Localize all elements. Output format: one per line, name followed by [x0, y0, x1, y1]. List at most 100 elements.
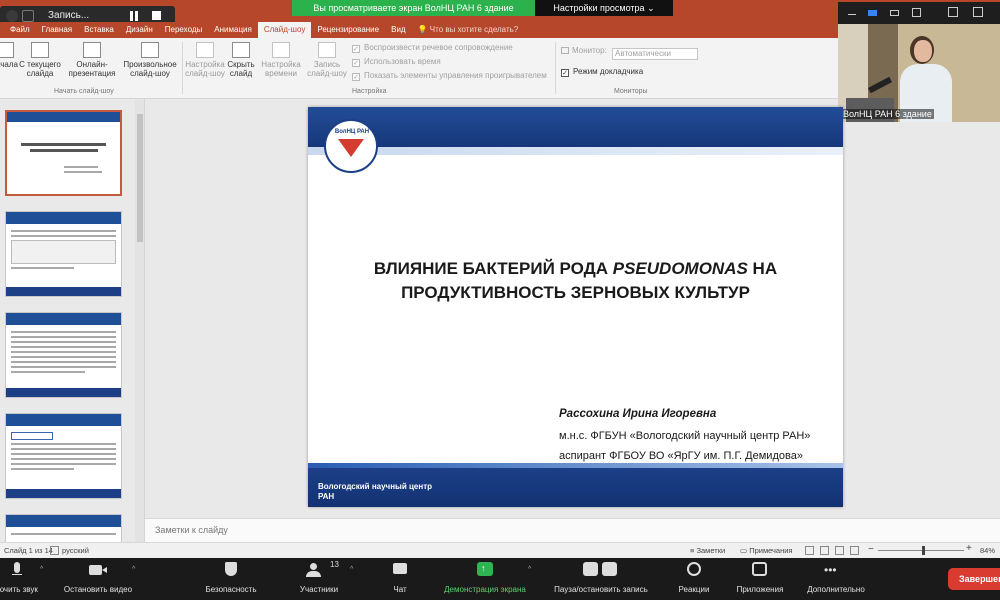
tab-home[interactable]: Главная	[36, 22, 78, 38]
chat-label: Чат	[393, 585, 407, 594]
chevron-up-icon[interactable]: ^	[132, 566, 135, 573]
normal-view-icon[interactable]	[805, 546, 814, 555]
slide-counter: Слайд 1 из 14	[4, 546, 53, 555]
maximize-icon[interactable]	[912, 8, 921, 17]
participants-button[interactable]: 13 Участники	[288, 560, 350, 594]
tab-slideshow[interactable]: Слайд-шоу	[257, 22, 312, 38]
record-slideshow-icon	[318, 42, 336, 58]
organization-name: Вологодский научный центр РАН	[318, 482, 433, 501]
zoom-out-icon[interactable]: −	[868, 544, 874, 555]
notes-toggle[interactable]: ≡ Заметки	[690, 546, 725, 555]
lightbulb-icon: 💡	[417, 25, 428, 34]
online-presentation-button[interactable]: Онлайн-презентация	[64, 42, 120, 78]
chevron-up-icon[interactable]: ^	[40, 566, 43, 573]
from-current-button[interactable]: С текущего слайда	[17, 42, 63, 78]
chat-icon	[380, 562, 420, 578]
zoom-level[interactable]: 84%	[980, 546, 995, 555]
minimize-icon[interactable]	[848, 14, 856, 15]
stopwatch-icon	[272, 42, 290, 58]
slideshow-view-icon[interactable]	[850, 546, 859, 555]
camera-icon	[55, 562, 141, 578]
thumb-footer	[6, 287, 121, 296]
hide-slide-label: Скрыть слайд	[227, 60, 255, 78]
show-media-controls-label: Показать элементы управления проигрывате…	[364, 71, 547, 80]
play-narrations-label: Воспроизвести речевое сопровождение	[364, 43, 513, 52]
view-icon[interactable]	[890, 10, 899, 16]
thumb-content	[6, 426, 121, 476]
spellcheck-icon[interactable]	[50, 546, 59, 555]
group-separator	[182, 42, 183, 94]
thumb-header	[7, 112, 120, 122]
slide-thumbnail[interactable]	[5, 514, 122, 544]
apps-icon	[728, 562, 792, 578]
use-timings-checkbox[interactable]: ✓ Использовать время	[352, 57, 441, 67]
end-meeting-button[interactable]: Завершени	[948, 568, 1000, 590]
title-part-1: ВЛИЯНИЕ БАКТЕРИЙ РОДА	[373, 259, 613, 278]
reading-view-icon[interactable]	[835, 546, 844, 555]
apps-label: Приложения	[736, 585, 784, 594]
language-indicator[interactable]: русский	[62, 546, 89, 555]
slide-thumbnail[interactable]	[5, 413, 122, 499]
view-options-label: Настройки просмотра	[553, 3, 645, 13]
layout-icon[interactable]	[868, 10, 877, 16]
pause-record-button[interactable]: Пауза/остановить запись	[544, 562, 658, 594]
hide-slide-button[interactable]: Скрыть слайд	[226, 42, 256, 78]
reactions-button[interactable]: Реакции	[670, 562, 718, 594]
stop-icon[interactable]	[152, 11, 161, 20]
zoom-in-icon[interactable]: +	[966, 543, 972, 554]
apps-button[interactable]: Приложения	[728, 562, 792, 594]
rehearse-timings-button[interactable]: Настройка времени	[258, 42, 304, 78]
share-screen-label: Демонстрация экрана	[444, 585, 526, 594]
play-narrations-checkbox[interactable]: ✓ Воспроизвести речевое сопровождение	[352, 43, 513, 53]
pause-icon-bar	[135, 11, 138, 21]
slide-thumbnails-pane	[0, 99, 135, 544]
tab-insert[interactable]: Вставка	[78, 22, 120, 38]
notes-pane[interactable]: Заметки к слайду	[145, 518, 1000, 542]
setup-slideshow-button[interactable]: Настройка слайд-шоу	[184, 42, 226, 78]
record-slideshow-button[interactable]: Запись слайд-шоу	[306, 42, 348, 78]
slide-canvas[interactable]: ВолНЦ РАН ВЛИЯНИЕ БАКТЕРИЙ РОДА PSEUDOMO…	[308, 107, 843, 507]
rehearse-timings-label: Настройка времени	[261, 60, 301, 78]
tell-me-search[interactable]: 💡 Что вы хотите сделать?	[412, 22, 525, 38]
from-beginning-button[interactable]: С начала	[0, 42, 18, 69]
tab-file[interactable]: Файл	[4, 22, 36, 38]
tab-view[interactable]: Вид	[385, 22, 411, 38]
comments-toggle-label: Примечания	[749, 546, 793, 555]
grid-view-icon[interactable]	[948, 7, 958, 17]
notes-toggle-label: Заметки	[696, 546, 726, 555]
slide-thumbnail[interactable]	[5, 312, 122, 398]
custom-slideshow-button[interactable]: Произвольное слайд-шоу	[120, 42, 180, 78]
zoom-slider[interactable]	[878, 550, 964, 551]
more-button[interactable]: ••• Дополнительно	[798, 562, 874, 594]
thumb-content	[7, 122, 120, 173]
stop-video-button[interactable]: Остановить видео	[55, 562, 141, 594]
chevron-up-icon[interactable]: ^	[350, 566, 353, 573]
tab-animation[interactable]: Анимация	[208, 22, 258, 38]
scrollbar-thumb[interactable]	[137, 114, 143, 242]
zoom-slider-thumb[interactable]	[922, 546, 925, 555]
share-screen-button[interactable]: ↑ Демонстрация экрана	[435, 562, 535, 594]
tab-design[interactable]: Дизайн	[120, 22, 159, 38]
checkbox-box: ✓	[561, 69, 569, 77]
pin-icon[interactable]	[973, 7, 983, 17]
tab-transitions[interactable]: Переходы	[159, 22, 209, 38]
security-button[interactable]: Безопасность	[196, 562, 266, 594]
show-media-controls-checkbox[interactable]: ✓ Показать элементы управления проигрыват…	[352, 71, 547, 81]
monitor-select[interactable]: Монитор: Автоматически	[561, 46, 699, 60]
thumb-footer	[6, 489, 121, 498]
view-options-button[interactable]: Настройки просмотра ⌄	[535, 0, 673, 16]
chevron-up-icon[interactable]: ^	[528, 566, 531, 573]
sorter-view-icon[interactable]	[820, 546, 829, 555]
chat-button[interactable]: Чат	[380, 562, 420, 594]
tab-review[interactable]: Рецензирование	[311, 22, 385, 38]
slide-thumbnail[interactable]	[5, 211, 122, 297]
comments-toggle[interactable]: ▭ Примечания	[740, 546, 793, 555]
slide-thumbnail[interactable]	[5, 110, 122, 196]
chevron-down-icon: ⌄	[647, 3, 655, 13]
shield-icon	[196, 562, 266, 578]
presenter-view-checkbox[interactable]: ✓ Режим докладчика	[561, 67, 643, 77]
record-settings-icon[interactable]	[22, 10, 34, 22]
pause-icon[interactable]	[130, 11, 133, 21]
group-label-monitors: Мониторы	[614, 88, 648, 95]
group-label-setup: Настройка	[352, 88, 387, 95]
